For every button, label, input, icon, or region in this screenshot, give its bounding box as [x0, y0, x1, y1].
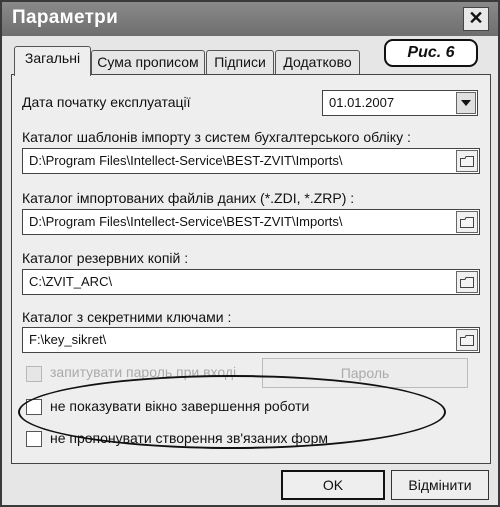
tab-additional[interactable]: Додатково — [275, 50, 360, 74]
cancel-button[interactable]: Відмінити — [391, 470, 489, 500]
no-finish-window-label: не показувати вікно завершення роботи — [50, 398, 310, 414]
close-icon: ✕ — [468, 8, 484, 28]
folder-icon — [460, 277, 474, 288]
no-linked-forms-label: не пропонувати створення зв'язаних форм — [50, 430, 328, 446]
tab-panel-general: Дата початку експлуатації 01.01.2007 Кат… — [11, 74, 491, 464]
import-templates-browse-button[interactable] — [456, 150, 478, 172]
ask-password-checkbox[interactable] — [26, 366, 42, 382]
ok-button[interactable]: OK — [281, 470, 385, 500]
tab-amount-in-words[interactable]: Сума прописом — [91, 50, 205, 74]
password-button[interactable]: Пароль — [262, 358, 468, 388]
figure-label: Рис. 6 — [384, 39, 478, 67]
chevron-down-icon — [461, 100, 471, 106]
backup-browse-button[interactable] — [456, 271, 478, 293]
start-date-dropdown-button[interactable] — [456, 92, 476, 114]
tab-signatures[interactable]: Підписи — [206, 50, 274, 74]
window-title: Параметри — [12, 7, 119, 28]
no-linked-forms-checkbox[interactable] — [26, 431, 42, 447]
imported-files-field[interactable]: D:\Program Files\Intellect-Service\BEST-… — [22, 209, 480, 235]
imported-files-label: Каталог імпортованих файлів даних (*.ZDI… — [22, 190, 355, 206]
folder-icon — [460, 217, 474, 228]
backup-field[interactable]: C:\ZVIT_ARC\ — [22, 269, 480, 295]
settings-dialog: Параметри ✕ Загальні Сума прописом Підпи… — [0, 0, 500, 507]
folder-icon — [460, 156, 474, 167]
imported-files-browse-button[interactable] — [456, 211, 478, 233]
secret-keys-browse-button[interactable] — [456, 329, 478, 351]
close-button[interactable]: ✕ — [463, 7, 489, 31]
backup-label: Каталог резервних копій : — [22, 250, 189, 266]
import-templates-field[interactable]: D:\Program Files\Intellect-Service\BEST-… — [22, 148, 480, 174]
start-date-select[interactable]: 01.01.2007 — [322, 90, 478, 116]
secret-keys-field[interactable]: F:\key_sikret\ — [22, 327, 480, 353]
folder-icon — [460, 335, 474, 346]
title-bar[interactable]: Параметри ✕ — [2, 2, 498, 36]
no-finish-window-checkbox[interactable] — [26, 399, 42, 415]
tab-general[interactable]: Загальні — [14, 46, 91, 76]
import-templates-label: Каталог шаблонів імпорту з систем бухгал… — [22, 129, 411, 145]
start-date-label: Дата початку експлуатації — [22, 94, 191, 110]
secret-keys-label: Каталог з секретними ключами : — [22, 309, 232, 325]
ask-password-label: запитувати пароль при вході — [50, 364, 237, 380]
